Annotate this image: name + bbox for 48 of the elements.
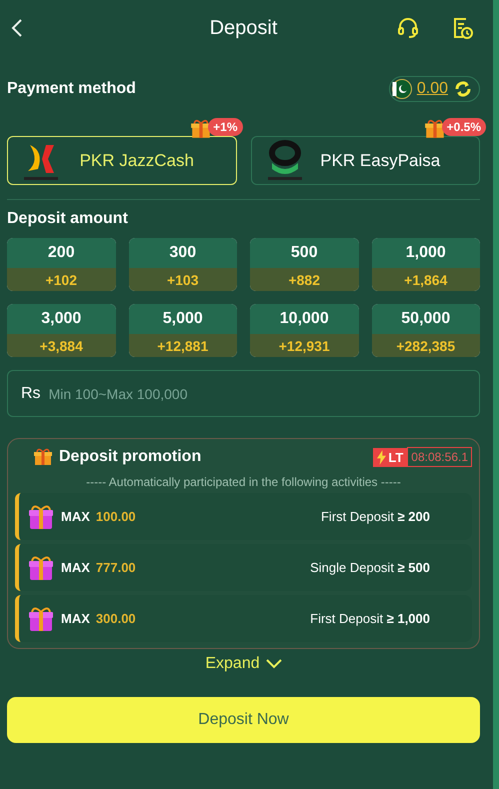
max-label: MAX — [61, 611, 90, 626]
section-title: Payment method — [7, 80, 136, 98]
promotion-item[interactable]: MAX 100.00 First Deposit ≥ 200 — [15, 493, 472, 540]
gift-icon — [27, 554, 55, 582]
payment-method[interactable]: PKR EasyPaisa — [250, 136, 480, 185]
flag-icon — [392, 79, 412, 99]
amount-option[interactable]: 300 +103 — [128, 238, 237, 291]
max-label: MAX — [61, 560, 90, 575]
amount-option[interactable]: 3,000 +3,884 — [7, 304, 116, 357]
amount-input[interactable]: Min 100~Max 100,000 — [46, 384, 466, 402]
bonus-badge: +0.5% — [442, 118, 486, 136]
max-amount: 300.00 — [96, 611, 136, 626]
gift-icon — [33, 447, 53, 467]
max-label: MAX — [61, 509, 90, 524]
amount-option[interactable]: 5,000 +12,881 — [128, 304, 237, 357]
gift-icon — [424, 118, 446, 140]
gift-icon — [190, 118, 212, 140]
amount-option[interactable]: 1,000 +1,864 — [372, 238, 480, 291]
promotion-condition: Single Deposit ≥ 500 — [310, 560, 430, 575]
limited-badge: LT — [373, 448, 408, 466]
countdown-timer: 08:08:56.1 — [407, 447, 472, 467]
max-amount: 100.00 — [96, 509, 136, 524]
amount-option[interactable]: 50,000 +282,385 — [372, 304, 480, 357]
deposit-button[interactable]: Deposit Now — [7, 697, 480, 743]
page-title: Deposit — [208, 16, 278, 40]
expand-button[interactable]: Expand — [201, 653, 286, 675]
back-icon[interactable] — [11, 18, 23, 38]
gift-icon — [27, 604, 55, 632]
amount-option[interactable]: 500 +882 — [250, 238, 358, 291]
lightning-icon — [377, 450, 386, 464]
headset-icon[interactable] — [396, 16, 420, 40]
promotion-subtitle: ----- Automatically participated in the following activities ----- — [85, 475, 402, 489]
promotion-item[interactable]: MAX 300.00 First Deposit ≥ 1,000 — [15, 595, 472, 642]
max-amount: 777.00 — [96, 560, 136, 575]
chevron-down-icon — [266, 659, 282, 669]
amount-option[interactable]: 10,000 +12,931 — [250, 304, 358, 357]
section-title: Deposit amount — [7, 210, 128, 228]
balance-amount: 0.00 — [416, 80, 448, 98]
promotion-condition: First Deposit ≥ 1,000 — [310, 611, 430, 626]
promotion-title: Deposit promotion — [59, 448, 202, 466]
amount-field[interactable]: Rs Min 100~Max 100,000 — [7, 370, 480, 417]
payment-method[interactable]: PKR JazzCash — [7, 136, 236, 185]
amount-option[interactable]: 200 +102 — [7, 238, 116, 291]
bonus-badge: +1% — [208, 118, 242, 136]
refresh-icon[interactable] — [453, 79, 473, 99]
gift-icon — [27, 502, 55, 530]
promotion-item[interactable]: MAX 777.00 Single Deposit ≥ 500 — [15, 544, 472, 591]
promotion-condition: First Deposit ≥ 200 — [320, 509, 430, 524]
